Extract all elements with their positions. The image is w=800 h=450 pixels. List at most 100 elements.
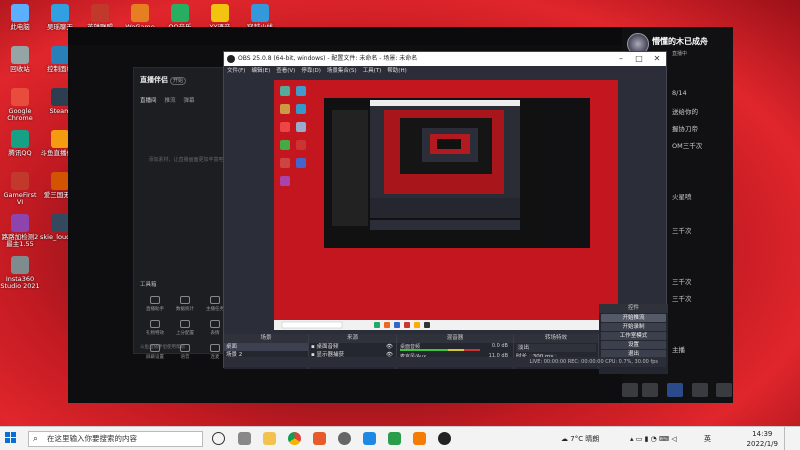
desktop-icon[interactable]: Insta360 Studio 2021 xyxy=(0,256,40,290)
app-icon[interactable] xyxy=(413,432,426,445)
app-icon xyxy=(51,130,69,148)
app-icon[interactable] xyxy=(338,432,351,445)
menu-item[interactable]: 编辑(E) xyxy=(251,66,270,77)
taskbar-search-input[interactable]: ⌕ 在这里输入你要搜索的内容 xyxy=(28,431,203,447)
minimize-icon[interactable]: – xyxy=(612,52,630,66)
app-icon xyxy=(131,4,149,22)
app-icon xyxy=(51,214,69,232)
transitions-dock-title: 转场特效 xyxy=(514,334,598,343)
menu-icon[interactable] xyxy=(692,383,708,397)
maximize-icon[interactable]: □ xyxy=(630,52,648,66)
tool-icon xyxy=(210,320,220,328)
start-streaming-button[interactable]: 开始推流 xyxy=(601,314,666,322)
app-icon xyxy=(51,88,69,106)
office-icon[interactable] xyxy=(313,432,326,445)
toolbox-item[interactable]: 上分配置 xyxy=(170,320,200,336)
scene-item[interactable]: 桌面 xyxy=(224,343,308,351)
file-explorer-icon[interactable] xyxy=(263,432,276,445)
transition-select[interactable]: 淡出 xyxy=(516,344,596,352)
app-icon[interactable] xyxy=(388,432,401,445)
chrome-icon[interactable] xyxy=(288,432,301,445)
desktop-icon[interactable]: 回收站 xyxy=(0,46,40,73)
desktop-icon-label: 路路加检测2最主1.55 xyxy=(1,233,39,248)
chat-message: 主播 xyxy=(672,346,685,354)
tab-danmaku[interactable]: 弹幕 xyxy=(184,96,195,104)
cortana-icon[interactable] xyxy=(212,432,225,445)
desktop-icon[interactable]: GameFirst VI xyxy=(0,172,40,206)
desktop-icon-label: Google Chrome xyxy=(7,107,33,122)
desktop-icon-label: 回收站 xyxy=(10,65,30,73)
settings-button[interactable]: 设置 xyxy=(601,341,666,349)
mic-icon[interactable] xyxy=(667,383,683,397)
volume-meter[interactable] xyxy=(400,349,480,351)
desktop-icon-label: GameFirst VI xyxy=(3,191,37,206)
tool-icon xyxy=(210,344,220,352)
desktop-icon[interactable]: 路路加检测2最主1.55 xyxy=(0,214,40,248)
clock-time: 14:39 xyxy=(752,430,773,438)
tab-live-room[interactable]: 直播间 xyxy=(140,96,157,104)
chat-username: 懵懂的木已成舟 xyxy=(652,37,708,46)
tab-stream[interactable]: 推流 xyxy=(165,96,176,104)
app-icon xyxy=(11,256,29,274)
obs-titlebar: OBS 25.0.8 (64-bit, windows) - 配置文件: 未命名… xyxy=(224,52,666,66)
obs-window: OBS 25.0.8 (64-bit, windows) - 配置文件: 未命名… xyxy=(223,51,668,374)
app-icon xyxy=(211,4,229,22)
live-helper-window: 直播伴侣 开始 直播间 推流 弹幕 添加素材，让直播画面更加丰富吧 工具箱 直播助… xyxy=(133,67,228,360)
desktop-icon[interactable]: Google Chrome xyxy=(0,88,40,122)
notification-icon[interactable] xyxy=(784,427,796,450)
toolbox-item[interactable]: 直播助手 xyxy=(140,296,170,312)
live-help-link[interactable]: 斗鱼直播伴侣使用帮助 xyxy=(140,344,185,350)
tool-icon xyxy=(180,320,190,328)
studio-mode-button[interactable]: 工作室模式 xyxy=(601,332,666,340)
chat-message: 8/14 xyxy=(672,89,687,97)
toolbox-item[interactable]: 礼物特效 xyxy=(140,320,170,336)
app-icon xyxy=(11,214,29,232)
desktop-icon-label: 腾讯QQ xyxy=(8,149,32,157)
app-icon xyxy=(11,46,29,64)
mixer-dock-title: 混音器 xyxy=(397,334,513,343)
windows-start-icon[interactable] xyxy=(5,432,17,444)
desktop-icon[interactable]: 此电脑 xyxy=(0,4,40,31)
tray-icons[interactable]: ▴ ▭ ▮ ◔ ⌨ ◁ xyxy=(630,427,677,450)
gift-icon[interactable] xyxy=(642,383,658,397)
obs-status-bar: LIVE: 00:00:00 REC: 00:00:00 CPU: 0.7%, … xyxy=(224,357,666,367)
app-icon xyxy=(171,4,189,22)
taskbar-clock[interactable]: 14:39 2022/1/9 xyxy=(747,429,778,449)
obs-preview-canvas[interactable] xyxy=(274,80,618,330)
clock-date: 2022/1/9 xyxy=(746,440,778,448)
menu-item[interactable]: 工具(T) xyxy=(363,66,382,77)
sources-dock-title: 来源 xyxy=(309,334,396,343)
desktop-icon[interactable]: 腾讯QQ xyxy=(0,130,40,157)
close-icon[interactable]: ✕ xyxy=(648,52,666,66)
obs-window-title: OBS 25.0.8 (64-bit, windows) - 配置文件: 未命名… xyxy=(238,55,418,62)
app-icon[interactable] xyxy=(363,432,376,445)
menu-item[interactable]: 查看(V) xyxy=(276,66,295,77)
weather-icon: ☁ xyxy=(561,435,568,443)
app-icon xyxy=(51,46,69,64)
source-item[interactable]: ▪ 桌面音频 👁 xyxy=(309,343,396,351)
app-icon xyxy=(11,130,29,148)
toolbox-item[interactable]: 数据统计 xyxy=(170,296,200,312)
obs-taskbar-icon[interactable] xyxy=(438,432,451,445)
weather-widget[interactable]: ☁ 7°C 晴朗 xyxy=(561,427,599,450)
menu-item[interactable]: 帮助(H) xyxy=(387,66,406,77)
eye-icon[interactable]: 👁 xyxy=(386,343,396,351)
live-tag[interactable]: 开始 xyxy=(170,77,187,85)
start-recording-button[interactable]: 开始录制 xyxy=(601,323,666,331)
message-icon[interactable] xyxy=(622,383,638,397)
chat-toolbar xyxy=(622,383,733,399)
task-view-icon[interactable] xyxy=(238,432,251,445)
app-icon xyxy=(11,88,29,106)
menu-item[interactable]: 停靠(D) xyxy=(301,66,321,77)
chat-message: 三千次 xyxy=(672,278,692,286)
menu-item[interactable]: 文件(F) xyxy=(227,66,245,77)
chat-message: 火星喷 xyxy=(672,193,692,201)
empty-scene-hint: 添加素材，让直播画面更加丰富吧 xyxy=(148,157,224,163)
menu-item[interactable]: 场景集合(S) xyxy=(327,66,357,77)
mixer-channel: 桌面音频 0.0 dB xyxy=(400,343,508,351)
toolbox-title: 工具箱 xyxy=(140,282,157,288)
ime-indicator[interactable]: 英 xyxy=(704,427,711,450)
settings-icon[interactable] xyxy=(716,383,732,397)
app-icon xyxy=(251,4,269,22)
scenes-dock-title: 场景 xyxy=(224,334,308,343)
